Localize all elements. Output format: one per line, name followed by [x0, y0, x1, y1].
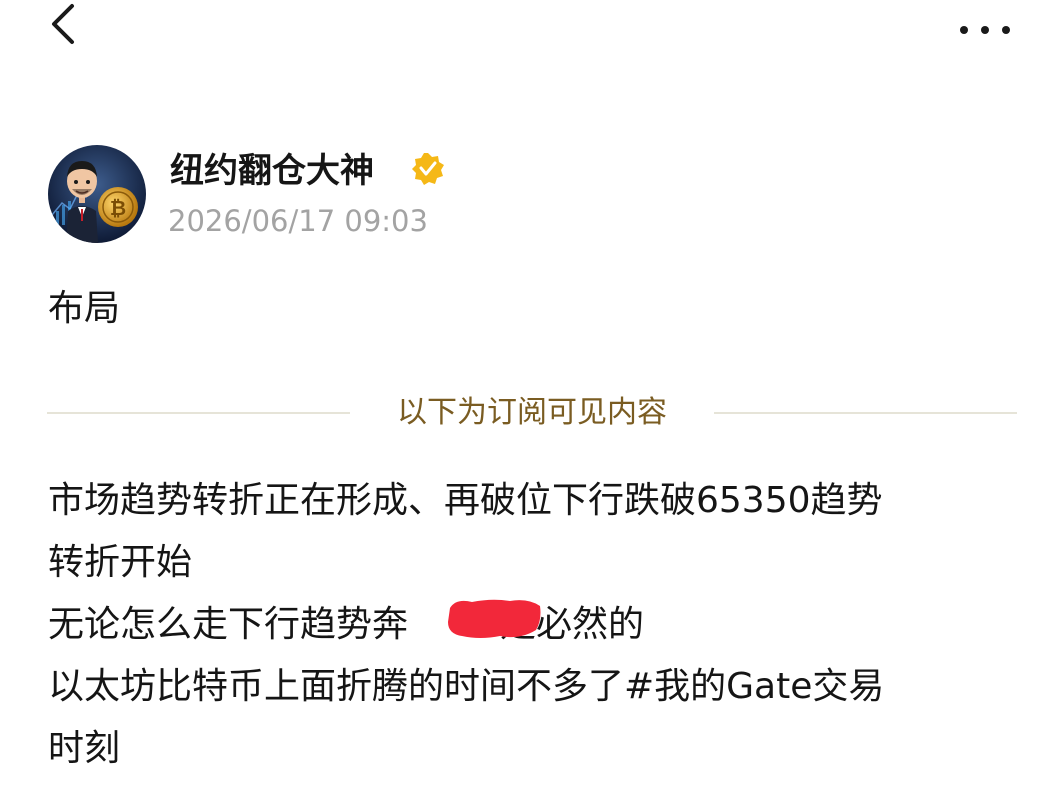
- post-title: 布局: [48, 288, 121, 329]
- avatar[interactable]: ₿: [48, 145, 146, 243]
- more-options-button[interactable]: [952, 6, 1018, 42]
- body-line: 以太坊比特币上面折腾的时间不多了#我的Gate交易: [48, 666, 885, 707]
- svg-text:₿: ₿: [110, 196, 126, 220]
- body-line-segment: 无论怎么走下行趋势奔: [48, 604, 409, 645]
- divider-line-left: [47, 412, 350, 414]
- top-nav-bar: [0, 0, 1063, 60]
- divider-line-right: [714, 412, 1017, 414]
- body-line: 转折开始: [48, 542, 193, 583]
- subscriber-only-divider-label: 以下为订阅可见内容: [397, 395, 667, 430]
- chevron-left-icon: [52, 4, 74, 44]
- author-info: ₿ 纽约翻仓大神 2026/06/17 09:03: [48, 145, 648, 245]
- verified-badge-icon: [410, 151, 446, 187]
- author-name[interactable]: 纽约翻仓大神: [170, 147, 374, 195]
- avatar-image: ₿: [48, 145, 146, 243]
- more-horizontal-icon: [960, 26, 1010, 34]
- redaction-mark: [448, 599, 541, 638]
- body-line: 市场趋势转折正在形成、再破位下行跌破65350趋势: [48, 480, 883, 521]
- back-button[interactable]: [44, 2, 84, 46]
- post-timestamp: 2026/06/17 09:03: [168, 204, 428, 238]
- body-line: 时刻: [48, 728, 121, 769]
